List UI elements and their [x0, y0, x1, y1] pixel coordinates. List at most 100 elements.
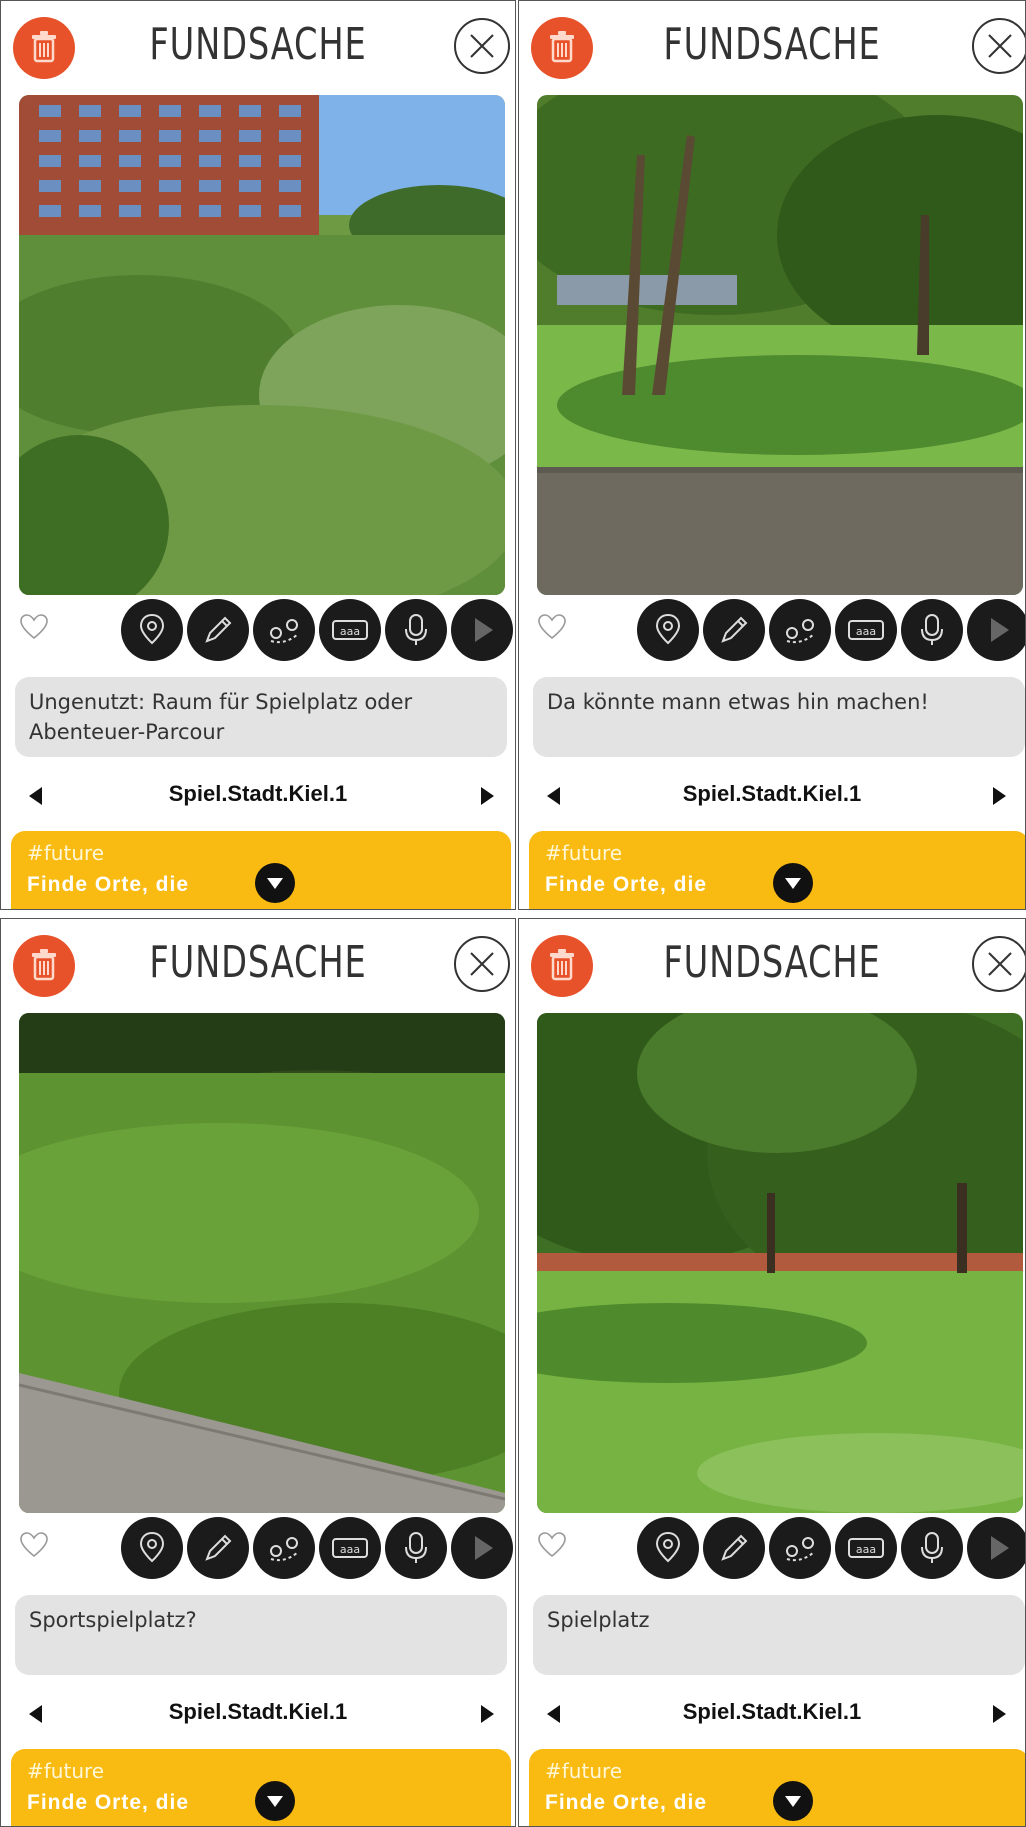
text-icon: aaa — [848, 620, 884, 640]
text-button[interactable]: aaa — [319, 599, 381, 661]
action-toolbar: aaa — [121, 599, 513, 661]
location-button[interactable] — [121, 599, 183, 661]
text-icon: aaa — [332, 1538, 368, 1558]
text-button[interactable]: aaa — [319, 1517, 381, 1579]
record-button[interactable] — [385, 1517, 447, 1579]
phone-screen: FUNDSACHE — [1, 919, 515, 1826]
like-button[interactable] — [19, 613, 49, 641]
play-button[interactable] — [967, 1517, 1025, 1579]
action-toolbar: aaa — [637, 599, 1025, 661]
route-icon — [270, 619, 298, 644]
project-title: Spiel.Stadt.Kiel.1 — [168, 781, 348, 806]
svg-text:aaa: aaa — [340, 625, 360, 638]
screen-fundsache-1: FUNDSACHE aaa Ungenutzt: Raum für Spielp… — [0, 0, 516, 910]
pencil-icon — [721, 1534, 748, 1561]
close-icon — [454, 936, 510, 992]
edit-button[interactable] — [187, 1517, 249, 1579]
found-item-photo — [537, 95, 1023, 595]
mission-tag: #future — [27, 841, 105, 865]
svg-text:aaa: aaa — [856, 1543, 876, 1556]
expand-mission-button[interactable] — [255, 1781, 295, 1821]
page-title: FUNDSACHE — [149, 19, 367, 70]
record-button[interactable] — [901, 1517, 963, 1579]
route-button[interactable] — [769, 599, 831, 661]
like-button[interactable] — [537, 1531, 567, 1559]
close-icon — [972, 18, 1025, 74]
close-button[interactable] — [453, 17, 511, 75]
mission-banner: #future Finde Orte, die — [11, 831, 511, 909]
phone-screen: FUNDSACHE — [519, 919, 1025, 1826]
phone-screen: FUNDSACHE — [519, 1, 1025, 909]
project-navigation: Spiel.Stadt.Kiel.1 — [1, 1695, 515, 1735]
location-button[interactable] — [637, 1517, 699, 1579]
project-navigation: Spiel.Stadt.Kiel.1 — [1, 777, 515, 817]
microphone-icon — [405, 1532, 427, 1563]
found-item-photo — [19, 95, 505, 595]
route-button[interactable] — [769, 1517, 831, 1579]
text-button[interactable]: aaa — [835, 599, 897, 661]
close-button[interactable] — [971, 935, 1025, 993]
mission-text: Finde Orte, die — [27, 873, 190, 896]
arrow-right-icon[interactable] — [481, 787, 494, 805]
found-item-photo — [19, 1013, 505, 1513]
text-icon: aaa — [332, 620, 368, 640]
chevron-down-icon — [785, 878, 801, 889]
route-button[interactable] — [253, 1517, 315, 1579]
location-pin-icon — [139, 613, 165, 645]
svg-text:aaa: aaa — [340, 1543, 360, 1556]
play-button[interactable] — [451, 599, 513, 661]
heart-icon — [20, 1532, 48, 1558]
close-button[interactable] — [453, 935, 511, 993]
mission-text: Finde Orte, die — [27, 1791, 190, 1814]
mission-banner: #future Finde Orte, die — [529, 1749, 1025, 1826]
location-button[interactable] — [637, 599, 699, 661]
expand-mission-button[interactable] — [773, 1781, 813, 1821]
pencil-icon — [205, 616, 232, 643]
play-icon — [475, 618, 493, 642]
location-button[interactable] — [121, 1517, 183, 1579]
project-title: Spiel.Stadt.Kiel.1 — [682, 1699, 862, 1724]
phone-screen: FUNDSACHE — [1, 1, 515, 909]
play-button[interactable] — [967, 599, 1025, 661]
route-button[interactable] — [253, 599, 315, 661]
like-button[interactable] — [19, 1531, 49, 1559]
page-title: FUNDSACHE — [663, 19, 881, 70]
mission-tag: #future — [27, 1759, 105, 1783]
close-icon — [454, 18, 510, 74]
pencil-icon — [205, 1534, 232, 1561]
edit-button[interactable] — [703, 599, 765, 661]
page-title: FUNDSACHE — [149, 937, 367, 988]
chevron-down-icon — [267, 878, 283, 889]
play-button[interactable] — [451, 1517, 513, 1579]
description-field[interactable]: Ungenutzt: Raum für Spielplatz oder Aben… — [15, 677, 507, 757]
edit-button[interactable] — [187, 599, 249, 661]
expand-mission-button[interactable] — [773, 863, 813, 903]
record-button[interactable] — [901, 599, 963, 661]
screen-fundsache-2: FUNDSACHE aaa Da könnte mann etwas hin m… — [518, 0, 1026, 910]
arrow-right-icon[interactable] — [993, 1705, 1006, 1723]
description-field[interactable]: Spielplatz — [533, 1595, 1025, 1675]
heart-icon — [538, 1532, 566, 1558]
text-icon: aaa — [848, 1538, 884, 1558]
like-button[interactable] — [537, 613, 567, 641]
mission-banner: #future Finde Orte, die — [529, 831, 1025, 909]
location-pin-icon — [655, 1531, 681, 1563]
microphone-icon — [921, 614, 943, 645]
edit-button[interactable] — [703, 1517, 765, 1579]
arrow-right-icon[interactable] — [481, 1705, 494, 1723]
route-icon — [786, 1537, 814, 1562]
screen-fundsache-4: FUNDSACHE aaa Spielplatz Spiel.Stadt.Kie… — [518, 918, 1026, 1827]
expand-mission-button[interactable] — [255, 863, 295, 903]
description-field[interactable]: Sportspielplatz? — [15, 1595, 507, 1675]
text-button[interactable]: aaa — [835, 1517, 897, 1579]
record-button[interactable] — [385, 599, 447, 661]
page-title: FUNDSACHE — [663, 937, 881, 988]
project-title: Spiel.Stadt.Kiel.1 — [682, 781, 862, 806]
heart-icon — [20, 614, 48, 640]
arrow-right-icon[interactable] — [993, 787, 1006, 805]
svg-text:aaa: aaa — [856, 625, 876, 638]
description-field[interactable]: Da könnte mann etwas hin machen! — [533, 677, 1025, 757]
location-pin-icon — [655, 613, 681, 645]
close-button[interactable] — [971, 17, 1025, 75]
screen-fundsache-3: FUNDSACHE aaa Sportspielplatz? Spiel.Sta… — [0, 918, 516, 1827]
